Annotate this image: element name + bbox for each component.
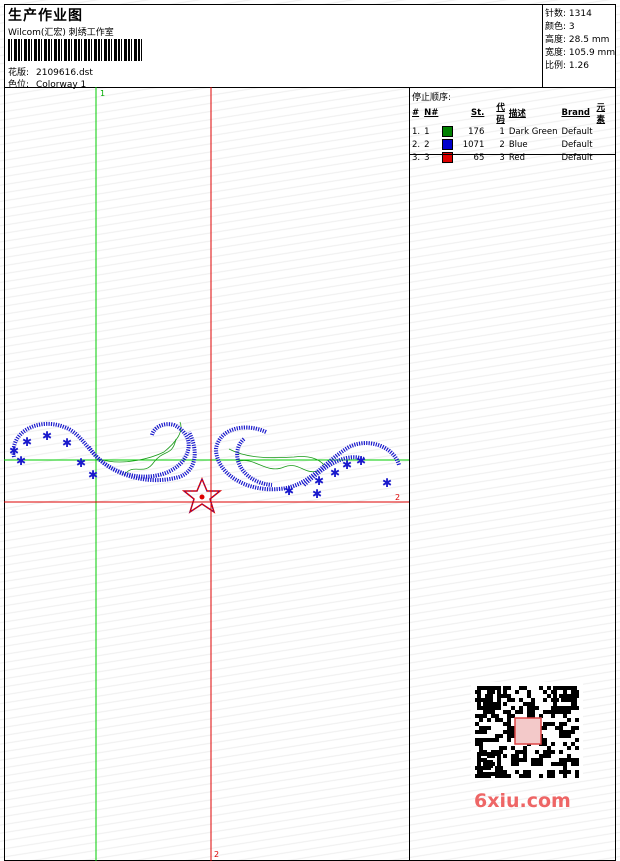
stat-height: 高度: 28.5 mm <box>545 35 610 45</box>
star-mark: ✱ <box>314 474 324 488</box>
table-header-row: # N# St. 代码 描述 Brand 元素 <box>410 101 615 125</box>
cell-st: 1071 <box>462 139 485 150</box>
cell-desc: Red <box>508 152 525 163</box>
cell-n: 3 <box>424 152 430 163</box>
cell-code: 1 <box>499 126 505 137</box>
stats-panel: 针数: 1314 颜色: 3 高度: 28.5 mm 宽度: 105.9 mm … <box>542 4 616 88</box>
table-row: 1. 1 176 1 Dark Green Default <box>410 125 615 138</box>
star-mark: ✱ <box>356 454 366 468</box>
design-canvas: 1 2 2 ✱ ✱ ✱ ✱ ✱ ✱ ✱ ✱ ✱ ✱ ✱ ✱ ✱ ✱ <box>4 87 410 861</box>
star-mark: ✱ <box>62 436 72 450</box>
col-header: N# <box>424 108 439 118</box>
cell-brand: Default <box>561 126 593 137</box>
stat-colors: 颜色: 3 <box>545 22 575 32</box>
star-mark: ✱ <box>382 476 392 490</box>
production-worksheet: 生产作业图 Wilcom(汇宏) 刺绣工作室 花版: 2109616.dst 色位… <box>0 0 620 861</box>
cell-n: 2 <box>424 139 430 150</box>
star-mark: ✱ <box>76 456 86 470</box>
axis-label-green-top: 1 <box>100 89 105 98</box>
col-header: 元素 <box>596 103 606 125</box>
design-preview: 1 2 2 ✱ ✱ ✱ ✱ ✱ ✱ ✱ ✱ ✱ ✱ ✱ ✱ ✱ ✱ <box>4 87 410 861</box>
star-mark: ✱ <box>22 435 32 449</box>
col-header: Brand <box>561 108 591 118</box>
cell-code: 3 <box>499 152 505 163</box>
color-swatch-cell <box>440 138 458 151</box>
blue-satin-stitches <box>11 421 401 492</box>
col-header: # <box>412 108 420 118</box>
blue-stars: ✱ ✱ ✱ ✱ ✱ ✱ ✱ ✱ ✱ ✱ ✱ ✱ ✱ ✱ <box>9 429 392 501</box>
axis-label-red-right: 2 <box>395 493 400 502</box>
studio-name: Wilcom(汇宏) 刺绣工作室 <box>8 28 114 38</box>
red-flower <box>181 477 223 514</box>
table-row: 3. 3 65 3 Red Default <box>410 151 615 164</box>
stat-width: 宽度: 105.9 mm <box>545 48 616 58</box>
barcode <box>8 39 144 61</box>
cell-num: 2. <box>412 139 421 150</box>
cell-n: 1 <box>424 126 430 137</box>
cell-desc: Dark Green <box>508 126 558 137</box>
color-swatch <box>442 126 454 137</box>
col-header: St. <box>470 108 485 118</box>
cell-desc: Blue <box>508 139 528 150</box>
cell-brand: Default <box>561 139 593 150</box>
qr-code <box>471 682 583 780</box>
star-mark: ✱ <box>284 484 294 498</box>
divider <box>409 154 616 155</box>
col-header: 代码 <box>496 103 505 125</box>
table-row: 2. 2 1071 2 Blue Default <box>410 138 615 151</box>
color-swatch <box>442 139 454 150</box>
watermark: 6xiu.com <box>474 790 571 812</box>
cell-num: 3. <box>412 152 421 163</box>
cell-st: 65 <box>473 152 485 163</box>
star-mark: ✱ <box>42 429 52 443</box>
cell-code: 2 <box>499 139 505 150</box>
page-title: 生产作业图 <box>8 8 83 24</box>
header-panel: 生产作业图 Wilcom(汇宏) 刺绣工作室 花版: 2109616.dst 色位… <box>4 4 543 90</box>
cell-st: 176 <box>468 126 485 137</box>
axis-label-red-bottom: 2 <box>214 850 219 859</box>
star-mark: ✱ <box>16 454 26 468</box>
star-mark: ✱ <box>330 466 340 480</box>
swatch-col-header <box>440 101 458 125</box>
stat-scale: 比例: 1.26 <box>545 61 589 71</box>
stat-stitches: 针数: 1314 <box>545 9 592 19</box>
star-mark: ✱ <box>312 487 322 501</box>
color-swatch-cell <box>440 151 458 164</box>
star-mark: ✱ <box>88 468 98 482</box>
cell-brand: Default <box>561 152 593 163</box>
col-header: 描述 <box>508 109 526 119</box>
star-mark: ✱ <box>342 458 352 472</box>
color-swatch-cell <box>440 125 458 138</box>
cell-num: 1. <box>412 126 421 137</box>
